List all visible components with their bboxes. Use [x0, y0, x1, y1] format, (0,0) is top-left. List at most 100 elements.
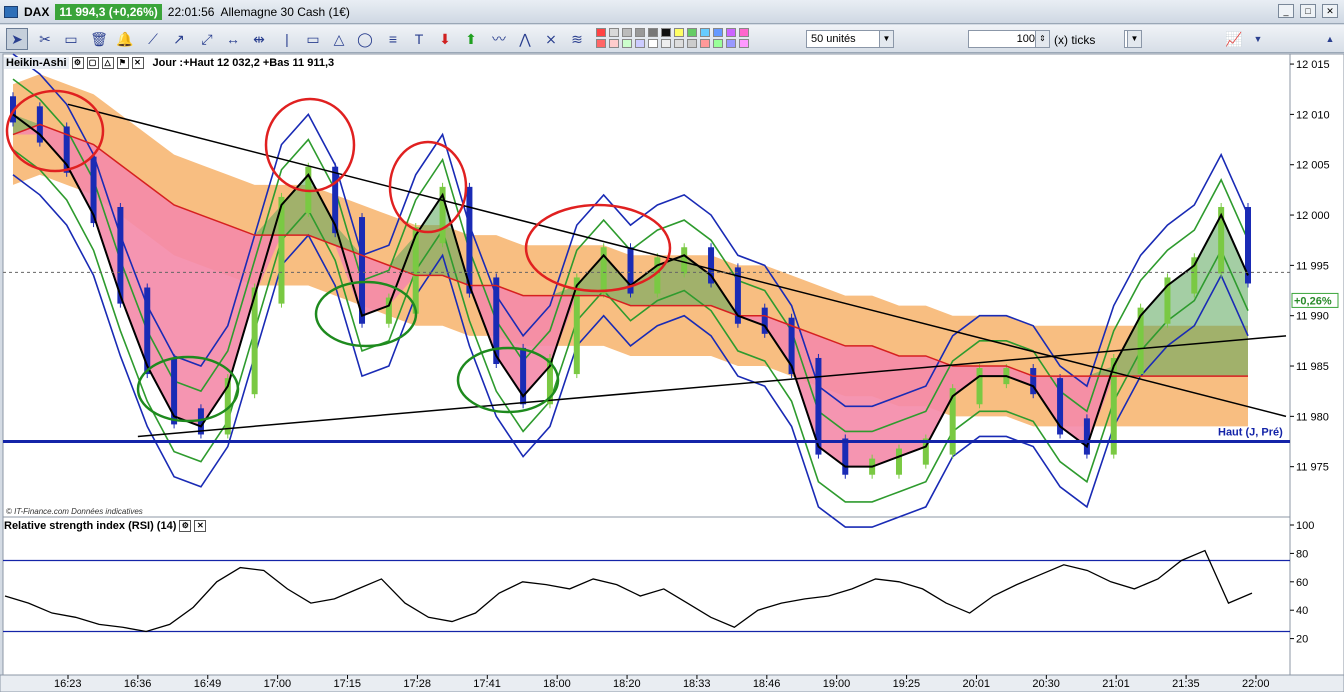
arrow-up-icon[interactable]: ⬆ — [460, 28, 482, 50]
rsi-close-icon[interactable]: ✕ — [194, 520, 207, 532]
rsi-title[interactable]: Relative strength index (RSI) (14) — [4, 520, 176, 532]
trendline-icon[interactable]: ↗ — [168, 28, 190, 50]
alert-icon[interactable]: △ — [101, 57, 114, 69]
color-swatch[interactable] — [713, 39, 723, 48]
channel-icon[interactable]: ⇹ — [248, 28, 270, 50]
minimize-button[interactable]: _ — [1278, 4, 1294, 18]
rsi-tick-label: 40 — [1296, 605, 1308, 617]
maximize-button[interactable]: □ — [1300, 4, 1316, 18]
color-swatch[interactable] — [700, 28, 710, 37]
color-swatch[interactable] — [713, 28, 723, 37]
candle-body — [949, 388, 956, 455]
cursor-icon[interactable]: ➤ — [6, 28, 28, 50]
vertical-line-icon[interactable]: | — [276, 28, 298, 50]
price-axis-bg — [1289, 53, 1344, 692]
fibonacci-icon[interactable]: ≡ — [382, 28, 404, 50]
color-swatch[interactable] — [609, 39, 619, 48]
candle-body — [1003, 368, 1010, 385]
ray-icon[interactable]: ⤢ — [196, 28, 218, 50]
color-swatch[interactable] — [661, 39, 671, 48]
horizontal-line-icon[interactable]: ↔ — [222, 28, 244, 50]
trendline-resistance — [67, 103, 1287, 418]
rsi-tick-label: 60 — [1296, 577, 1308, 589]
line-tool-icon[interactable]: ⟋ — [142, 28, 164, 50]
ruler-icon[interactable]: ▭ — [60, 28, 82, 50]
ticks-input[interactable]: 100 ⇕ — [968, 30, 1050, 48]
wave-icon[interactable]: 〰 — [488, 28, 510, 50]
price-tick-label: 11 980 — [1296, 411, 1329, 423]
color-swatch[interactable] — [700, 39, 710, 48]
price-tick-label: 12 015 — [1296, 59, 1330, 71]
tools-icon[interactable]: ✂ — [34, 28, 56, 50]
green-circle-annotation — [456, 346, 560, 414]
color-swatch[interactable] — [674, 39, 684, 48]
ticks-label: (x) ticks — [1054, 33, 1096, 47]
trendline-support — [137, 335, 1287, 438]
main-panel-header: Heikin-Ashi ⚙ ▢ △ ⚑ ✕ Jour :+Haut 12 032… — [4, 56, 334, 70]
cloud-green — [13, 114, 1248, 377]
close-button[interactable]: ✕ — [1322, 4, 1338, 18]
candle-body — [708, 247, 715, 284]
candle-body — [761, 307, 768, 334]
gann-icon[interactable]: ≋ — [566, 28, 588, 50]
color-swatch[interactable] — [596, 39, 606, 48]
candle-body — [573, 277, 580, 375]
green-circle-annotation — [314, 280, 418, 348]
arrow-down-icon[interactable]: ⬇ — [434, 28, 456, 50]
indicator-name[interactable]: Heikin-Ashi — [4, 57, 69, 69]
candle-body — [493, 277, 500, 365]
candle-body — [439, 186, 446, 244]
candle-body — [36, 106, 43, 143]
candle-body — [171, 357, 178, 425]
window-icon[interactable]: ▢ — [86, 57, 99, 69]
candle-body — [197, 408, 204, 435]
wrench-icon[interactable]: ⚙ — [71, 57, 84, 69]
collapse-icon[interactable]: ▲ — [1322, 28, 1338, 50]
color-swatch[interactable] — [726, 39, 736, 48]
time-tick-label: 16:36 — [124, 678, 152, 690]
color-swatch[interactable] — [661, 28, 671, 37]
color-swatch[interactable] — [739, 39, 749, 48]
color-swatch[interactable] — [622, 39, 632, 48]
cloud-pink — [13, 124, 1248, 467]
color-swatch[interactable] — [648, 28, 658, 37]
candle-body — [412, 227, 419, 314]
bell-icon[interactable]: 🔔 — [114, 28, 136, 50]
rectangle-icon[interactable]: ▭ — [302, 28, 324, 50]
time-tick-label: 16:49 — [194, 678, 222, 690]
chart-type-icon[interactable]: 📈 — [1218, 28, 1250, 50]
rsi-wrench-icon[interactable]: ⚙ — [179, 520, 192, 532]
close-panel-icon[interactable]: ✕ — [131, 57, 144, 69]
color-swatch[interactable] — [687, 28, 697, 37]
color-swatch[interactable] — [648, 39, 658, 48]
zigzag-icon[interactable]: ⋀ — [514, 28, 536, 50]
color-swatch[interactable] — [674, 28, 684, 37]
color-swatch[interactable] — [687, 39, 697, 48]
rsi-panel-bg — [2, 516, 1291, 676]
time-tick-label: 20:30 — [1032, 678, 1060, 690]
pattern-icon[interactable]: ⨯ — [540, 28, 562, 50]
ellipse-icon[interactable]: ◯ — [354, 28, 376, 50]
time-tick-label: 19:25 — [893, 678, 921, 690]
color-swatch[interactable] — [596, 28, 606, 37]
color-swatch[interactable] — [622, 28, 632, 37]
ticks-dropdown[interactable]: ▼ — [1124, 30, 1142, 48]
chart-type-dropdown[interactable]: ▼ — [1252, 28, 1264, 50]
time-tick-label: 20:01 — [962, 678, 990, 690]
text-icon[interactable]: T — [408, 28, 430, 50]
rsi-tick-label: 20 — [1296, 634, 1308, 646]
candle-body — [1191, 257, 1198, 294]
flag-icon[interactable]: ⚑ — [116, 57, 129, 69]
color-swatch[interactable] — [609, 28, 619, 37]
candle-body — [332, 166, 339, 234]
color-swatch[interactable] — [635, 28, 645, 37]
triangle-icon[interactable]: △ — [328, 28, 350, 50]
units-select[interactable]: 50 unités ▼ — [806, 30, 894, 48]
candle-body — [734, 267, 741, 324]
color-swatch[interactable] — [739, 28, 749, 37]
trash-icon[interactable]: 🗑 — [88, 28, 110, 50]
color-swatch[interactable] — [726, 28, 736, 37]
color-swatch[interactable] — [635, 39, 645, 48]
price-tick-label: 11 985 — [1296, 361, 1329, 373]
candle-body — [278, 196, 285, 304]
